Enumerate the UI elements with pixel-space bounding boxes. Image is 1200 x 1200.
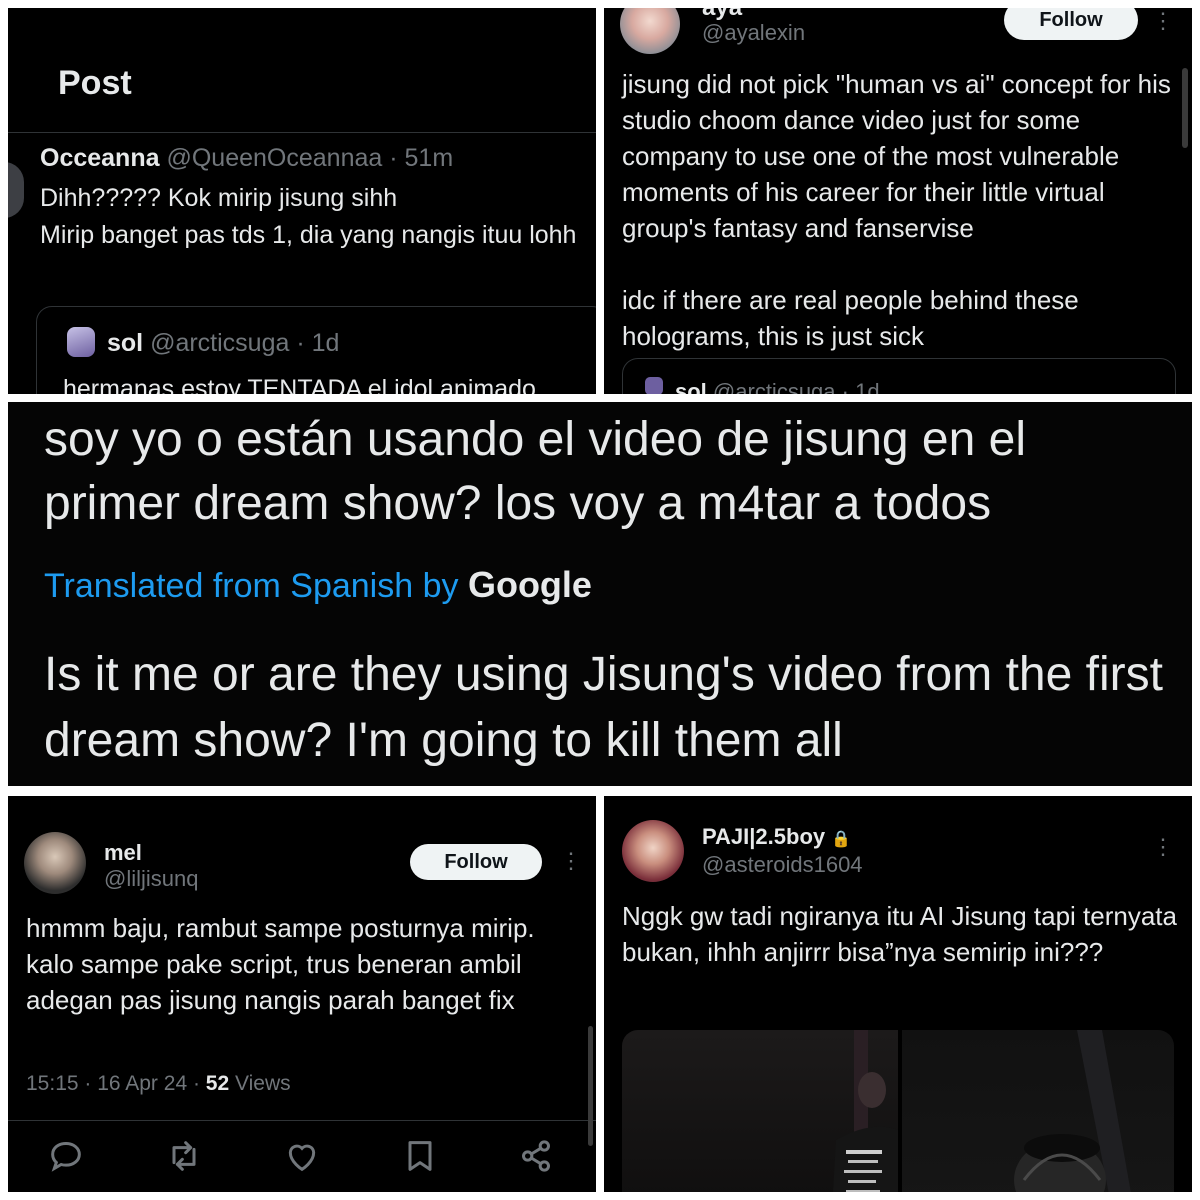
follow-button[interactable]: Follow: [1004, 8, 1138, 40]
divider: [8, 132, 596, 133]
lock-icon: 🔒: [831, 831, 852, 848]
author-name-row[interactable]: PAJI|2.5boy 🔒: [702, 824, 851, 850]
share-icon[interactable]: [516, 1136, 556, 1176]
divider: [8, 1120, 596, 1121]
retweet-icon[interactable]: [164, 1136, 204, 1176]
translated-tweet-panel: soy yo o están usando el video de jisung…: [8, 402, 1192, 786]
follow-button[interactable]: Follow: [410, 844, 542, 880]
tweet-text: Dihh????? Kok mirip jisung sihh Mirip ba…: [40, 180, 596, 254]
quoted-tweet-text: hermanas estoy TENTADA el idol animado: [63, 375, 536, 394]
quoted-tweet-time: · 1d: [296, 329, 340, 357]
reply-icon[interactable]: [46, 1136, 86, 1176]
tweet-time[interactable]: · 51m: [389, 144, 453, 172]
performer-photo: [1014, 1030, 1131, 1192]
quoted-tweet[interactable]: sol @arcticsuga · 1d: [622, 358, 1176, 394]
author-handle[interactable]: @QueenOceannaa: [166, 144, 382, 172]
tweet-meta: 15:15 · 16 Apr 24 · 52 Views: [26, 1072, 291, 1096]
scrollbar[interactable]: [588, 1026, 593, 1146]
bookmark-icon[interactable]: [400, 1136, 440, 1176]
quoted-author-name: sol: [107, 329, 144, 357]
avatar[interactable]: [8, 162, 24, 218]
views-label: Views: [235, 1072, 291, 1095]
like-icon[interactable]: [282, 1136, 322, 1176]
scrollbar[interactable]: [1182, 68, 1188, 148]
media-image[interactable]: [902, 1030, 1174, 1192]
author-name[interactable]: mel: [104, 840, 142, 866]
quoted-author-handle: @arcticsuga: [150, 329, 290, 357]
tweet-text-line: Dihh????? Kok mirip jisung sihh: [40, 184, 398, 212]
quoted-tweet-time: · 1d: [841, 379, 880, 394]
views-count: 52: [205, 1072, 230, 1095]
avatar[interactable]: [622, 820, 684, 882]
tweet-timestamp[interactable]: 15:15 · 16 Apr 24 ·: [26, 1072, 200, 1095]
quoted-tweet-header: sol @arcticsuga · 1d: [675, 379, 880, 394]
author-name[interactable]: Occeanna: [40, 144, 160, 172]
tweet-header: Occeanna @QueenOceannaa · 51m: [40, 144, 453, 173]
avatar[interactable]: [620, 8, 680, 54]
media-image[interactable]: [622, 1030, 898, 1192]
translated-text: Is it me or are they using Jisung's vide…: [44, 648, 1163, 767]
translation-attribution[interactable]: Translated from Spanish by Google: [44, 564, 592, 606]
quoted-author-handle: @arcticsuga: [712, 379, 836, 394]
post-panel-mel: mel @liljisunq Follow ⋮ hmmm baju, rambu…: [8, 796, 596, 1192]
quoted-tweet-header: sol @arcticsuga · 1d: [107, 329, 339, 358]
original-text: soy yo o están usando el video de jisung…: [44, 413, 1027, 530]
quoted-tweet[interactable]: sol @arcticsuga · 1d hermanas estoy TENT…: [36, 306, 596, 394]
quoted-author-name: sol: [675, 379, 707, 394]
avatar[interactable]: [24, 832, 86, 894]
more-options-icon[interactable]: ⋮: [560, 848, 582, 874]
author-handle[interactable]: @ayalexin: [702, 20, 805, 46]
author-handle[interactable]: @liljisunq: [104, 866, 198, 892]
author-name[interactable]: PAJI|2.5boy: [702, 824, 825, 849]
avatar: [645, 377, 663, 394]
post-panel-paji: PAJI|2.5boy 🔒 @asteroids1604 ⋮ Nggk gw t…: [604, 796, 1192, 1192]
page-title: Post: [58, 64, 132, 102]
tweet-text: Nggk gw tadi ngiranya itu AI Jisung tapi…: [622, 901, 1177, 967]
translated-from-link[interactable]: Translated from Spanish by: [44, 567, 459, 605]
tweet-text: hmmm baju, rambut sampe posturnya mirip.…: [26, 913, 535, 1015]
post-panel-occeanna: Post Occeanna @QueenOceannaa · 51m Dihh?…: [8, 8, 596, 394]
tweet-text: jisung did not pick "human vs ai" concep…: [622, 69, 1171, 351]
more-options-icon[interactable]: ⋮: [1152, 8, 1174, 34]
tweet-actions: [8, 1136, 596, 1176]
more-options-icon[interactable]: ⋮: [1152, 834, 1174, 860]
performer-photo: [833, 1030, 898, 1192]
avatar: [67, 327, 95, 357]
google-logo: Google: [467, 564, 592, 605]
post-panel-aya: aya @ayalexin Follow ⋮ jisung did not pi…: [604, 8, 1192, 394]
tweet-text-line: Mirip banget pas tds 1, dia yang nangis …: [40, 221, 577, 249]
author-handle[interactable]: @asteroids1604: [702, 852, 863, 878]
